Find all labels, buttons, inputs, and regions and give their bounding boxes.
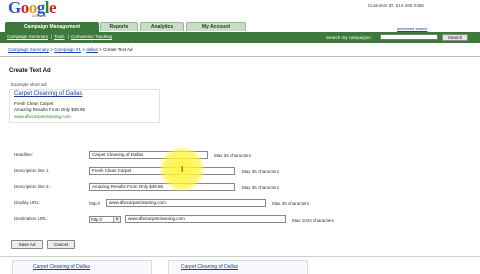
- description-line2-label: Description line 2:: [14, 184, 50, 189]
- customer-id: Customer ID: 514-260-2368: [368, 3, 424, 8]
- search-campaigns-label: Search my campaigns:: [326, 34, 372, 40]
- breadcrumb-current: Create Text Ad: [103, 47, 133, 52]
- breadcrumb-campaign-summary[interactable]: Campaign Summary: [8, 47, 49, 52]
- subnav-separator: |: [68, 34, 70, 39]
- destination-url-input[interactable]: www.dfwcarpetcleaning.com: [125, 215, 286, 223]
- search-button[interactable]: Search: [442, 33, 468, 41]
- tab-analytics[interactable]: Analytics: [140, 22, 184, 31]
- subnav-campaign-summary[interactable]: Campaign Summary: [7, 34, 48, 39]
- breadcrumb-separator: >: [50, 47, 53, 52]
- subnav-conversion-tracking[interactable]: Conversion Tracking: [71, 34, 112, 39]
- description-line2-limit: Max 35 characters: [242, 185, 280, 190]
- subnav-separator: |: [51, 34, 53, 39]
- logo-subtitle: AdWords: [32, 14, 47, 18]
- example-ad-label: Example short ad:: [11, 82, 48, 87]
- page-title: Create Text Ad: [9, 68, 51, 74]
- protocol-select[interactable]: http:// ▼: [89, 216, 121, 223]
- description-line1-label: Description line 1:: [14, 168, 50, 173]
- headline-limit: Max 25 characters: [214, 153, 252, 158]
- headline-label: Headline:: [14, 152, 34, 157]
- breadcrumb-separator: >: [99, 47, 102, 52]
- tab-campaign-management[interactable]: Campaign Management: [5, 22, 99, 32]
- protocol-select-value: http://: [91, 217, 103, 222]
- description-line2-input[interactable]: Amazing Results From Only $39.95: [89, 183, 235, 191]
- preview-divider: [0, 256, 480, 257]
- subnav-bar: Campaign Summary | Tools | Conversion Tr…: [0, 32, 480, 43]
- display-url-input[interactable]: www.dfwcarpetcleaning.com: [106, 199, 266, 207]
- display-url-label: Display URL:: [14, 200, 41, 205]
- preview-headline-left[interactable]: Carpet Cleaning of Dallas: [33, 264, 90, 270]
- breadcrumb-campaign-1[interactable]: Campaign #1: [54, 47, 81, 52]
- destination-url-label: Destination URL:: [14, 216, 49, 221]
- tab-my-account[interactable]: My Account: [186, 22, 246, 31]
- breadcrumb-dallas[interactable]: dallas: [86, 47, 98, 52]
- display-url-limit: Max 35 characters: [272, 201, 310, 206]
- header-divider: [0, 56, 480, 57]
- subnav-tools[interactable]: Tools: [54, 34, 65, 39]
- save-ad-button[interactable]: Save Ad: [11, 240, 43, 249]
- example-ad-headline[interactable]: Carpet Cleaning of Dallas: [14, 91, 82, 97]
- breadcrumb-separator: >: [82, 47, 85, 52]
- breadcrumb: Campaign Summary > Campaign #1 > dallas …: [8, 47, 133, 52]
- destination-url-limit: Max 1024 characters: [292, 218, 335, 223]
- tab-reports[interactable]: Reports: [100, 22, 138, 31]
- search-campaigns-input[interactable]: [380, 34, 438, 40]
- cancel-button[interactable]: Cancel: [47, 240, 75, 249]
- chevron-down-icon: ▼: [113, 217, 120, 222]
- main-tabs: Campaign Management Reports Analytics My…: [0, 22, 480, 32]
- mouse-cursor-icon: I: [181, 165, 184, 174]
- example-ad-display-url: www.dfwcarpetcleaning.com: [14, 114, 71, 119]
- display-url-prefix: http://: [89, 201, 101, 206]
- example-ad-line1: Fresh Clean Carpet: [14, 101, 54, 106]
- example-ad-line2: Amazing Results From Only $39.95: [14, 107, 86, 112]
- description-line1-limit: Max 35 characters: [242, 169, 280, 174]
- preview-headline-right[interactable]: Carpet Cleaning of Dallas: [181, 264, 238, 270]
